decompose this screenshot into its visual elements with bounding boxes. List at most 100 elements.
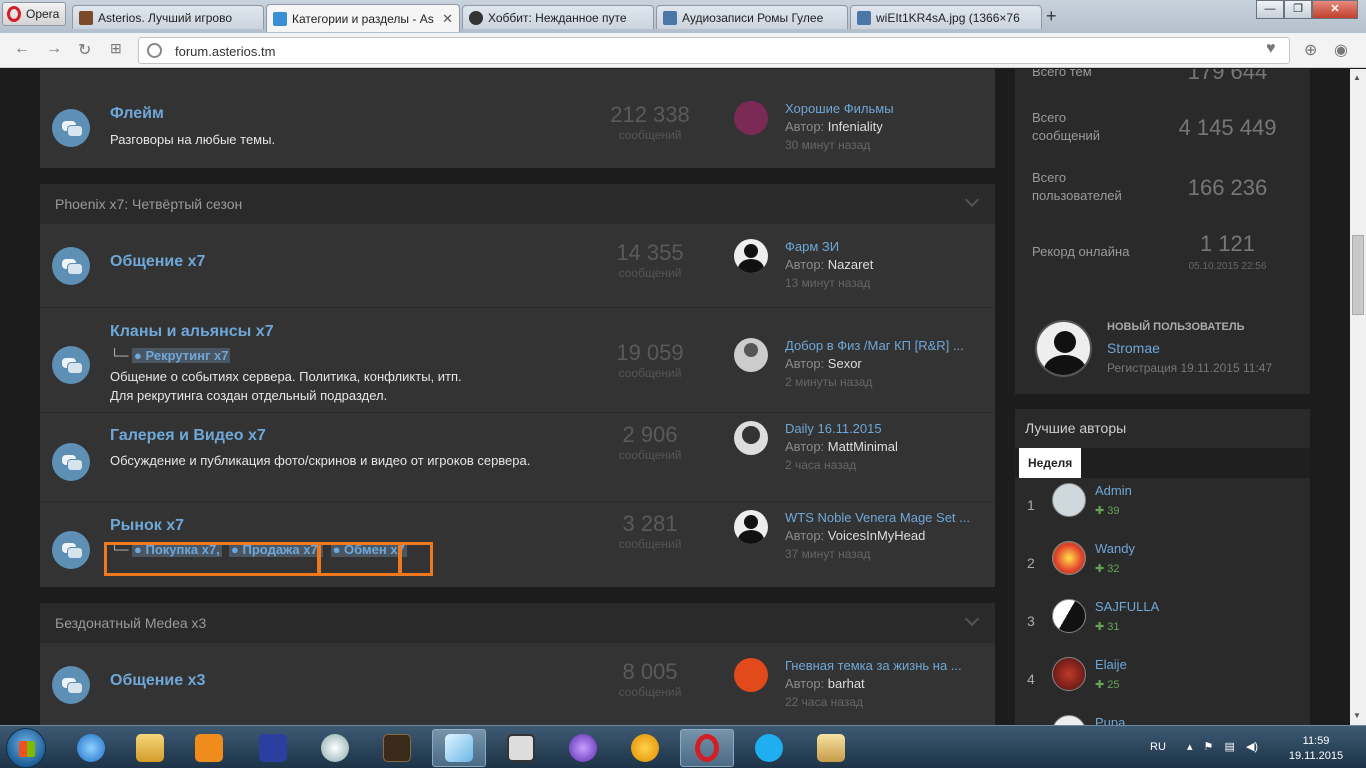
author-name[interactable]: Infeniality	[828, 119, 883, 134]
subforum-prefix: └─	[110, 348, 129, 363]
author-name[interactable]: Wandy	[1095, 541, 1135, 556]
author-name[interactable]: Admin	[1095, 483, 1132, 498]
notes-taskbar-button[interactable]	[432, 729, 486, 767]
avatar[interactable]	[734, 338, 768, 372]
forward-icon[interactable]: →	[46, 40, 62, 58]
author-name[interactable]: Elaije	[1095, 657, 1127, 672]
app-taskbar-button[interactable]	[308, 729, 362, 767]
lineage-icon	[383, 734, 411, 762]
bookmark-heart-icon[interactable]: ♥	[1266, 40, 1276, 58]
author-prefix: Автор:	[785, 528, 825, 543]
last-topic-link[interactable]: Гневная темка за жизнь на ...	[785, 658, 975, 673]
forum-title[interactable]: Рынок x7	[110, 517, 184, 535]
tab-image[interactable]: wiEIt1KR4sA.jpg (1366×76	[850, 5, 1042, 29]
close-window-button[interactable]: ✕	[1312, 0, 1358, 19]
subforum-recruiting-link[interactable]: ● Рекрутинг x7	[132, 348, 231, 363]
tab-audio[interactable]: Аудиозаписи Ромы Гулее	[656, 5, 848, 29]
last-topic-link[interactable]: Daily 16.11.2015	[785, 421, 975, 436]
page-scrollbar[interactable]: ▲ ▼	[1350, 69, 1366, 725]
folder-icon	[136, 734, 164, 762]
author-row[interactable]: 5 Pupa	[1015, 709, 1310, 725]
opera-taskbar-button[interactable]	[680, 729, 734, 767]
new-user-avatar[interactable]	[1035, 320, 1092, 377]
author-name[interactable]: Nazaret	[828, 257, 874, 272]
maximize-button[interactable]: ❐	[1284, 0, 1312, 19]
opera-menu-button[interactable]: Opera	[2, 2, 66, 26]
download-icon[interactable]: ⊕	[1304, 40, 1317, 60]
author-avatar[interactable]	[1052, 715, 1086, 725]
author-name[interactable]: barhat	[828, 676, 865, 691]
chat-bubble-icon	[52, 443, 90, 481]
author-score: ✚ 31	[1095, 621, 1120, 633]
tray-arrow-icon[interactable]: ▴	[1187, 741, 1193, 753]
author-name[interactable]: Pupa	[1095, 715, 1125, 725]
clock[interactable]: 11:59 19.11.2015	[1286, 734, 1346, 764]
forum-title[interactable]: Общение x7	[110, 253, 205, 271]
forum-title[interactable]: Кланы и альянсы x7	[110, 323, 274, 341]
tab-asterios[interactable]: Asterios. Лучший игрово	[72, 5, 264, 29]
category-header-medea[interactable]: Бездонатный Medea x3	[40, 603, 995, 643]
minimize-button[interactable]: —	[1256, 0, 1284, 19]
last-topic-link[interactable]: WTS Noble Venera Mage Set ...	[785, 510, 975, 525]
back-icon[interactable]: ←	[14, 40, 30, 58]
volume-icon[interactable]: ◀)	[1246, 741, 1258, 753]
speed-dial-icon[interactable]: ⊞	[110, 40, 122, 57]
skype-taskbar-button[interactable]	[742, 729, 796, 767]
avatar[interactable]	[734, 239, 768, 273]
save-taskbar-button[interactable]	[246, 729, 300, 767]
post-count: 8 005 сообщений	[590, 659, 710, 699]
chevron-down-icon[interactable]	[964, 192, 980, 208]
last-post-time: 30 минут назад	[785, 138, 871, 152]
orb-taskbar-button[interactable]	[556, 729, 610, 767]
aimp-taskbar-button[interactable]	[618, 729, 672, 767]
author-name[interactable]: MattMinimal	[828, 439, 898, 454]
media-taskbar-button[interactable]	[182, 729, 236, 767]
new-tab-button[interactable]: +	[1046, 6, 1057, 27]
scroll-down-icon[interactable]: ▼	[1353, 711, 1361, 720]
avatar[interactable]	[734, 510, 768, 544]
author-row[interactable]: 4 Elaije ✚ 25	[1015, 651, 1310, 709]
author-avatar[interactable]	[1052, 657, 1086, 691]
avatar[interactable]	[734, 658, 768, 692]
tab-hobbit[interactable]: Хоббит: Нежданное путе	[462, 5, 654, 29]
language-indicator[interactable]: RU	[1150, 741, 1166, 753]
explorer-taskbar-button[interactable]	[123, 729, 177, 767]
tray-flag-icon[interactable]: ⚑	[1204, 741, 1214, 753]
author-row[interactable]: 3 SAJFULLA ✚ 31	[1015, 593, 1310, 651]
avatar[interactable]	[734, 101, 768, 135]
author-rank: 3	[1027, 613, 1035, 629]
monitor-taskbar-button[interactable]	[494, 729, 548, 767]
lineage-taskbar-button[interactable]	[370, 729, 424, 767]
ie-taskbar-button[interactable]	[64, 729, 118, 767]
last-topic-link[interactable]: Добор в Физ /Маг КП [R&R] ...	[785, 338, 975, 353]
new-user-name[interactable]: Stromae	[1107, 340, 1160, 356]
author-avatar[interactable]	[1052, 483, 1086, 517]
start-button[interactable]	[6, 728, 46, 768]
author-row[interactable]: 1 Admin ✚ 39	[1015, 477, 1310, 535]
tab-categories[interactable]: Категории и разделы - As ✕	[266, 4, 460, 32]
last-topic-link[interactable]: Фарм ЗИ	[785, 239, 975, 254]
avatar[interactable]	[734, 421, 768, 455]
scroll-up-icon[interactable]: ▲	[1353, 73, 1361, 82]
network-icon[interactable]: ▤	[1224, 741, 1234, 753]
reload-icon[interactable]: ↻	[78, 40, 91, 60]
game-taskbar-button[interactable]	[804, 729, 858, 767]
profile-icon[interactable]: ◉	[1334, 40, 1348, 60]
author-row[interactable]: 2 Wandy ✚ 32	[1015, 535, 1310, 593]
forum-title[interactable]: Общение x3	[110, 672, 205, 690]
chevron-down-icon[interactable]	[964, 611, 980, 627]
category-header-phoenix[interactable]: Phoenix x7: Четвёртый сезон	[40, 184, 995, 224]
scrollbar-thumb[interactable]	[1352, 235, 1364, 315]
author-name[interactable]: Sexor	[828, 356, 862, 371]
author-name[interactable]: SAJFULLA	[1095, 599, 1159, 614]
author-name[interactable]: VoicesInMyHead	[828, 528, 926, 543]
tab-week[interactable]: Неделя	[1019, 448, 1082, 478]
forum-title[interactable]: Флейм	[110, 105, 164, 123]
author-avatar[interactable]	[1052, 541, 1086, 575]
url-text[interactable]: forum.asterios.tm	[175, 44, 275, 59]
close-tab-icon[interactable]: ✕	[442, 11, 453, 27]
last-topic-link[interactable]: Хорошие Фильмы	[785, 101, 975, 116]
author-avatar[interactable]	[1052, 599, 1086, 633]
address-bar[interactable]: forum.asterios.tm	[138, 37, 1290, 64]
forum-title[interactable]: Галерея и Видео x7	[110, 427, 266, 445]
